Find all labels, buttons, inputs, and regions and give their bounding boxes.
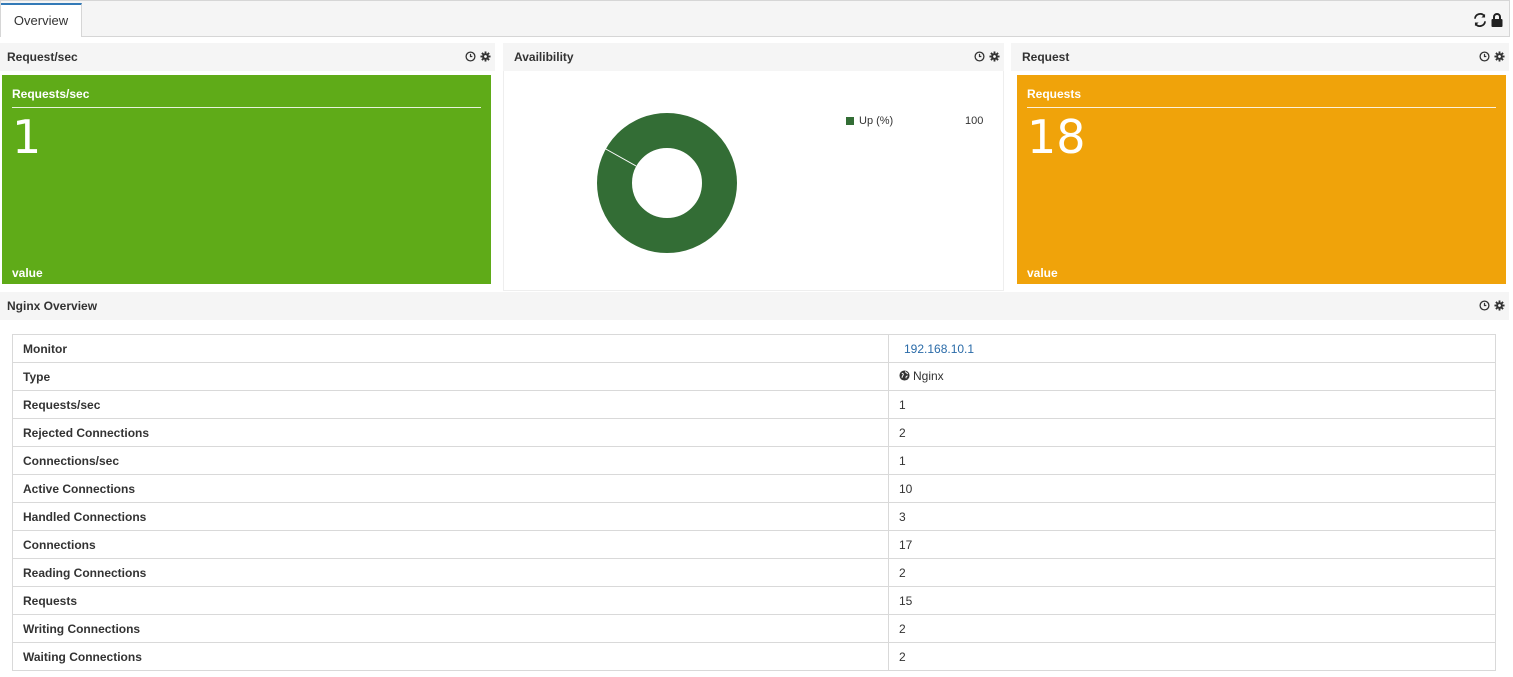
- value-box-number: 1: [12, 110, 42, 164]
- gear-icon[interactable]: [989, 51, 1000, 62]
- gear-icon[interactable]: [480, 51, 491, 62]
- globe-icon: [899, 370, 910, 381]
- row-label: Type: [12, 362, 889, 391]
- legend-item-up[interactable]: Up (%): [846, 115, 893, 127]
- table-row: Writing Connections 2: [12, 614, 1496, 643]
- type-value: Nginx: [913, 368, 944, 383]
- widget-availability: Availibility Up (%) 100: [503, 43, 1004, 291]
- row-value: 2: [888, 642, 1496, 671]
- value-box-footer: value: [1027, 266, 1058, 280]
- requests-per-sec-value-box: Requests/sec 1 value: [2, 75, 491, 284]
- value-box-divider: [12, 107, 481, 108]
- row-label: Requests: [12, 586, 889, 615]
- row-label: Writing Connections: [12, 614, 889, 643]
- lock-icon[interactable]: [1491, 13, 1503, 27]
- row-value: 1: [888, 390, 1496, 419]
- clock-icon[interactable]: [1479, 300, 1490, 311]
- nginx-overview-table: Monitor 192.168.10.1 Type Nginx Requests…: [12, 334, 1496, 671]
- value-box-title: Requests/sec: [12, 87, 90, 101]
- table-row: Connections/sec 1: [12, 446, 1496, 475]
- row-label: Waiting Connections: [12, 642, 889, 671]
- donut-slice-up[interactable]: [597, 113, 737, 253]
- legend-label: Up (%): [859, 115, 894, 127]
- legend-value: 100: [965, 115, 984, 127]
- row-label: Handled Connections: [12, 502, 889, 531]
- widget-header: Nginx Overview: [0, 292, 1509, 320]
- row-label: Connections: [12, 530, 889, 559]
- widget-header: Availibility: [503, 43, 1004, 71]
- tab-bar: Overview: [0, 0, 1510, 37]
- widget-title: Availibility: [514, 50, 574, 64]
- widget-title: Request: [1022, 50, 1070, 64]
- table-row: Connections 17: [12, 530, 1496, 559]
- row-label: Rejected Connections: [12, 418, 889, 447]
- value-box-number: 18: [1027, 110, 1086, 164]
- row-label: Reading Connections: [12, 558, 889, 587]
- table-row: Active Connections 10: [12, 474, 1496, 503]
- row-value: 3: [888, 502, 1496, 531]
- refresh-icon[interactable]: [1473, 13, 1487, 27]
- gear-icon[interactable]: [1494, 300, 1505, 311]
- row-value: 192.168.10.1: [888, 334, 1496, 363]
- availability-chart-area: Up (%) 100: [503, 71, 1004, 291]
- row-value: Nginx: [888, 362, 1496, 391]
- value-box-title: Requests: [1027, 87, 1082, 101]
- table-row: Monitor 192.168.10.1: [12, 334, 1496, 363]
- table-row: Handled Connections 3: [12, 502, 1496, 531]
- clock-icon[interactable]: [974, 51, 985, 62]
- row-value: 1: [888, 446, 1496, 475]
- monitor-link[interactable]: 192.168.10.1: [899, 342, 974, 356]
- row-value: 2: [888, 558, 1496, 587]
- row-label: Requests/sec: [12, 390, 889, 419]
- row-label: Active Connections: [12, 474, 889, 503]
- tabbar-icons: [1473, 13, 1503, 27]
- widget-requests-per-sec: Request/sec Requests/sec 1 value: [0, 43, 495, 291]
- row-value: 2: [888, 614, 1496, 643]
- table-row: Requests 15: [12, 586, 1496, 615]
- table-row: Rejected Connections 2: [12, 418, 1496, 447]
- tab-overview[interactable]: Overview: [1, 3, 82, 37]
- clock-icon[interactable]: [465, 51, 476, 62]
- value-box-footer: value: [12, 266, 43, 280]
- value-box-divider: [1027, 107, 1496, 108]
- row-label: Connections/sec: [12, 446, 889, 475]
- row-value: 10: [888, 474, 1496, 503]
- widget-request: Request Requests 18 value: [1011, 43, 1509, 291]
- table-row: Waiting Connections 2: [12, 642, 1496, 671]
- request-value-box: Requests 18 value: [1017, 75, 1506, 284]
- row-value: 15: [888, 586, 1496, 615]
- widget-title: Request/sec: [7, 50, 78, 64]
- widget-header: Request: [1011, 43, 1509, 71]
- availability-donut-chart[interactable]: [596, 112, 738, 254]
- gear-icon[interactable]: [1494, 51, 1505, 62]
- widget-header: Request/sec: [0, 43, 495, 71]
- widget-title: Nginx Overview: [7, 299, 98, 313]
- row-value: 17: [888, 530, 1496, 559]
- table-row: Reading Connections 2: [12, 558, 1496, 587]
- row-label: Monitor: [12, 334, 889, 363]
- table-row: Requests/sec 1: [12, 390, 1496, 419]
- row-value: 2: [888, 418, 1496, 447]
- clock-icon[interactable]: [1479, 51, 1490, 62]
- table-row: Type Nginx: [12, 362, 1496, 391]
- legend-swatch: [846, 117, 854, 125]
